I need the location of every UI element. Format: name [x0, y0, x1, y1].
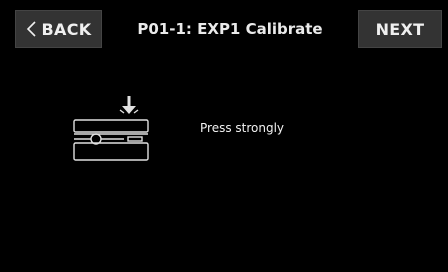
press-arrow-icon [119, 96, 139, 114]
calibrate-screen: BACK P01-1: EXP1 Calibrate NEXT Press st… [0, 0, 448, 272]
page-title: P01-1: EXP1 Calibrate [137, 20, 323, 38]
pedal-body-icon [73, 119, 149, 161]
chevron-left-icon [26, 21, 36, 37]
next-button-label: NEXT [375, 19, 425, 39]
instruction-text: Press strongly [200, 121, 285, 135]
expression-pedal-press-icon [73, 96, 149, 161]
next-button[interactable]: NEXT [358, 10, 442, 48]
back-button-label: BACK [41, 19, 92, 39]
header-bar: BACK P01-1: EXP1 Calibrate NEXT [0, 0, 448, 64]
back-button[interactable]: BACK [15, 10, 102, 48]
